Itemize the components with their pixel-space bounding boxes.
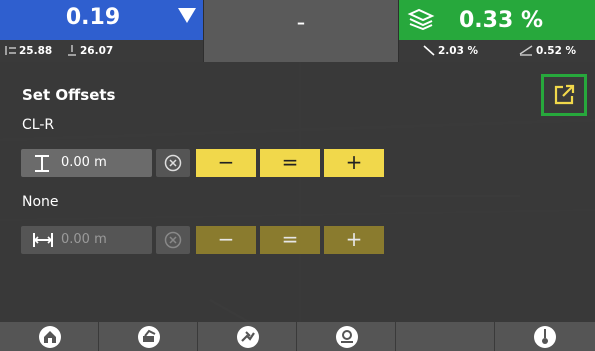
green-tile-stats: 2.03 % 0.52 % (399, 40, 595, 62)
nav-home[interactable] (0, 322, 99, 351)
nav-empty (396, 322, 495, 351)
location-icon (336, 326, 358, 348)
plumb-icon (534, 326, 556, 348)
vertical-offset-field[interactable]: 0.00 m (21, 149, 152, 177)
status-bar: 0.19 25.88 26.07 - 0.33 % 2.03 % 0.52 % (0, 0, 595, 62)
blue-stat-1: 25.88 (19, 45, 53, 57)
section-label-none: None (22, 194, 59, 210)
cut-fill-value: 0.19 (65, 5, 121, 30)
popout-button[interactable] (541, 74, 587, 116)
horizontal-minus-button[interactable]: − (196, 226, 256, 254)
green-stat-2: 0.52 % (536, 45, 577, 57)
nav-survey[interactable] (198, 322, 297, 351)
down-arrow-icon (178, 8, 196, 23)
section-label-cl-r: CL-R (22, 117, 55, 133)
external-link-icon (554, 84, 575, 105)
bottom-nav (0, 322, 595, 351)
clear-horizontal-button[interactable] (156, 226, 190, 254)
panel-title: Set Offsets (22, 86, 116, 104)
vertical-offset-value: 0.00 m (61, 155, 107, 170)
horizontal-offset-value: 0.00 m (61, 232, 107, 247)
slope-value: 0.33 % (459, 8, 543, 33)
slope-down-icon (423, 45, 435, 56)
nav-machine[interactable] (99, 322, 198, 351)
width-icon (5, 46, 16, 55)
horizontal-offset-field[interactable]: 0.00 m (21, 226, 152, 254)
middle-tile[interactable]: - (204, 0, 398, 62)
green-stat-1: 2.03 % (438, 45, 479, 57)
horizontal-plus-button[interactable]: + (324, 226, 384, 254)
vertical-plus-button[interactable]: + (324, 149, 384, 177)
slope-tile[interactable]: 0.33 % 2.03 % 0.52 % (399, 0, 595, 62)
nav-plumb[interactable] (495, 322, 594, 351)
survey-icon (237, 326, 259, 348)
clear-icon (164, 154, 182, 172)
clear-vertical-button[interactable] (156, 149, 190, 177)
height-icon (68, 45, 76, 56)
middle-value: - (296, 8, 306, 36)
blue-stat-2: 26.07 (80, 45, 114, 57)
vertical-equals-button[interactable]: = (260, 149, 320, 177)
horizontal-equals-button[interactable]: = (260, 226, 320, 254)
vertical-minus-button[interactable]: − (196, 149, 256, 177)
nav-location[interactable] (297, 322, 396, 351)
horizontal-offset-icon (33, 233, 53, 247)
cross-slope-icon (519, 45, 533, 56)
blue-tile-stats: 25.88 26.07 (0, 40, 203, 62)
home-icon (39, 326, 61, 348)
layers-icon (407, 8, 435, 30)
clear-icon (164, 231, 182, 249)
machine-icon (138, 326, 160, 348)
vertical-offset-icon (35, 155, 49, 172)
